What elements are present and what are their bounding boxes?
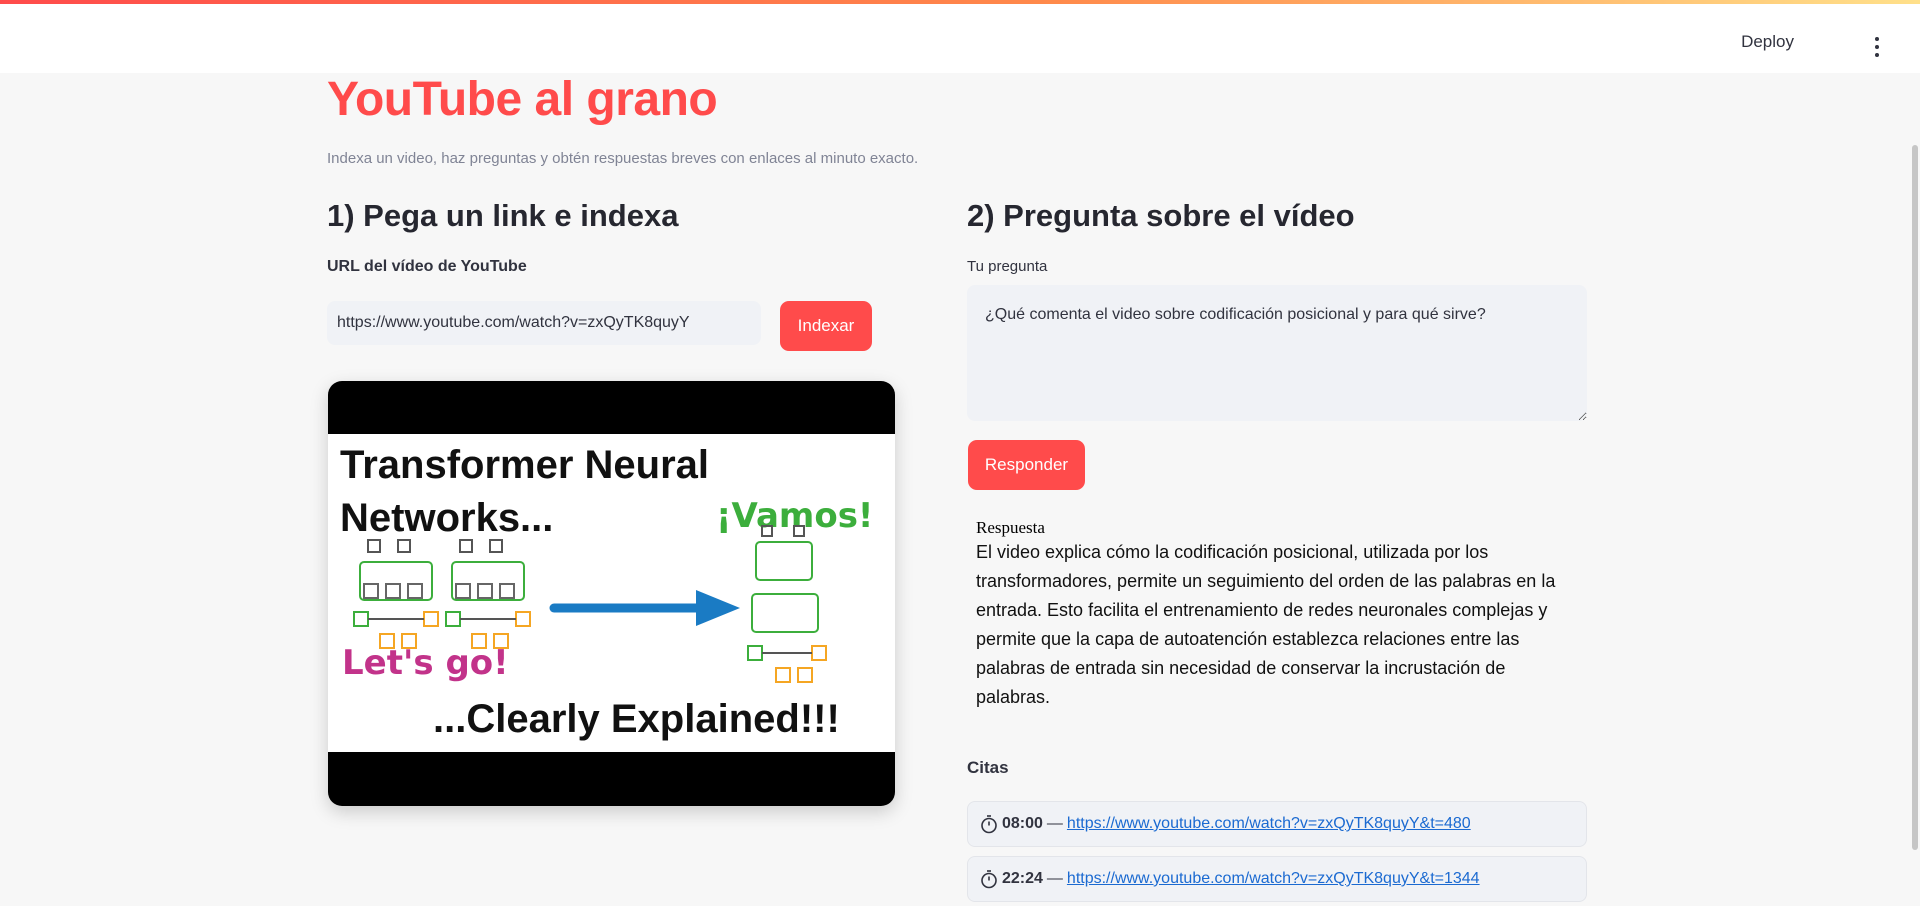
deploy-button[interactable]: Deploy: [1741, 32, 1794, 52]
thumbnail-clearly-explained: ...Clearly Explained!!!: [433, 697, 840, 741]
scrollbar[interactable]: [1910, 73, 1920, 906]
citation-link[interactable]: https://www.youtube.com/watch?v=zxQyTK8q…: [1067, 870, 1480, 888]
url-label: URL del vídeo de YouTube: [327, 258, 527, 275]
thumbnail-lets-go: Let's go!: [342, 643, 509, 683]
video-thumbnail: Transformer Neural Networks... ¡Vamos! L…: [328, 434, 895, 752]
index-button[interactable]: Indexar: [780, 301, 872, 351]
answer-title: Respuesta: [976, 518, 1045, 537]
url-input[interactable]: [327, 301, 761, 345]
citation-item: 22:24 — https://www.youtube.com/watch?v=…: [967, 856, 1587, 902]
transformer-diagram-2: [445, 539, 531, 649]
question-textarea[interactable]: ¿Qué comenta el video sobre codificación…: [967, 285, 1587, 421]
thumbnail-title-line1: Transformer Neural: [340, 443, 709, 487]
section-heading-ask: 2) Pregunta sobre el vídeo: [967, 198, 1355, 233]
citation-link[interactable]: https://www.youtube.com/watch?v=zxQyTK8q…: [1067, 815, 1471, 833]
video-player[interactable]: Transformer Neural Networks... ¡Vamos! L…: [328, 381, 895, 806]
citation-timestamp: 22:24: [1002, 870, 1043, 887]
citation-item: 08:00 — https://www.youtube.com/watch?v=…: [967, 801, 1587, 847]
answer-text: El video explica cómo la codificación po…: [976, 542, 1556, 707]
app-header: Deploy: [0, 4, 1920, 73]
stopwatch-icon: [981, 815, 997, 834]
scrollbar-thumb[interactable]: [1912, 145, 1918, 850]
page-title: YouTube al grano: [327, 73, 718, 126]
transformer-diagram-3: [747, 525, 827, 683]
page-subtitle: Indexa un video, haz preguntas y obtén r…: [327, 150, 919, 167]
kebab-menu-icon[interactable]: [1874, 37, 1880, 57]
citation-timestamp: 08:00: [1002, 815, 1043, 832]
section-heading-index: 1) Pega un link e indexa: [327, 198, 679, 233]
question-label: Tu pregunta: [967, 258, 1048, 275]
transformer-diagram-1: [353, 539, 439, 649]
stopwatch-icon: [981, 870, 997, 889]
thumbnail-title-line2: Networks...: [340, 496, 553, 540]
respond-button[interactable]: Responder: [968, 440, 1085, 490]
citations-label: Citas: [967, 758, 1009, 777]
arrow-graphic: [549, 590, 740, 626]
